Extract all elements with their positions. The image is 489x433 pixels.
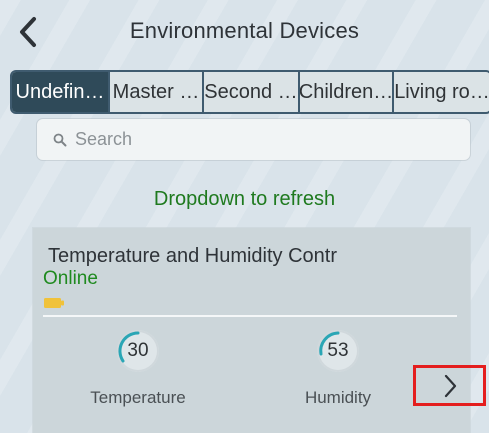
device-status: Online [43,268,98,289]
humidity-label: Humidity [304,388,372,407]
tab-master[interactable]: Master … [108,72,202,112]
room-tabs: Undefin… Master … Second … Children… Liv… [10,70,489,114]
humidity-value: 53 [327,340,349,361]
chevron-left-icon [20,17,36,47]
temperature-gauge: 30 [117,330,159,372]
search-icon [53,133,67,146]
tab-living-room[interactable]: Living ro… [392,72,489,112]
temperature-label: Temperature [90,388,186,407]
header-bar: Environmental Devices [0,0,489,62]
temperature-metric: 30 Temperature [78,330,198,408]
humidity-metric: 53 Humidity [278,330,398,408]
back-button[interactable] [8,12,48,52]
temperature-value: 30 [127,340,149,361]
chevron-right-icon [444,374,456,397]
tab-undefined[interactable]: Undefin… [12,72,108,112]
tab-children[interactable]: Children… [298,72,392,112]
device-name: Temperature and Humidity Contr [48,245,338,267]
search-bar[interactable] [37,119,470,160]
battery-icon [44,298,64,308]
humidity-gauge: 53 [317,330,359,372]
divider [43,315,457,317]
next-button[interactable] [413,365,486,406]
refresh-hint: Dropdown to refresh [153,188,336,210]
tab-second[interactable]: Second … [202,72,298,112]
search-input[interactable] [73,128,437,151]
device-card[interactable]: Temperature and Humidity Contr Online 30… [33,228,470,433]
page-title: Environmental Devices [129,18,360,43]
